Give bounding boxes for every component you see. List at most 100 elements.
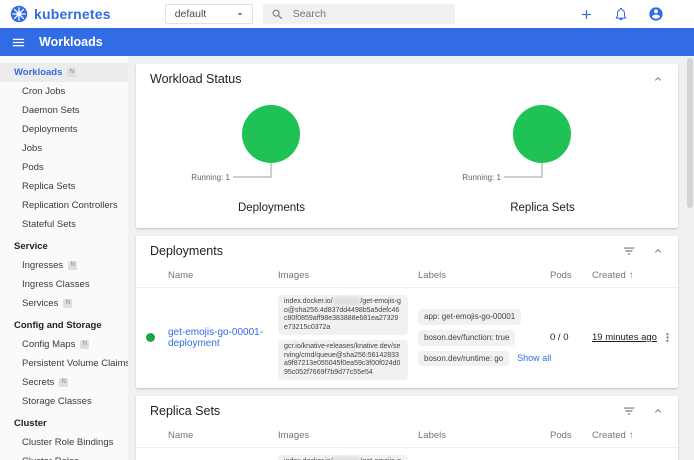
vertical-scrollbar[interactable]: [686, 56, 694, 460]
column-header-created[interactable]: Created ↑: [592, 424, 658, 447]
show-all-link[interactable]: Show all: [517, 353, 551, 363]
sidebar-item-label: Secrets: [22, 377, 54, 388]
status-running-icon: [146, 333, 155, 342]
sidebar-item-pods[interactable]: Pods: [0, 158, 128, 177]
filter-icon[interactable]: [622, 244, 636, 258]
app-bar: Workloads: [0, 28, 694, 56]
image-chip: index.docker.io/▒▒▒▒▒▒▒/get-emojis-go@sh…: [278, 455, 408, 460]
deployments-header: Deployments: [136, 236, 678, 264]
images-cell: index.docker.io/▒▒▒▒▒▒▒/get-emojis-go@sh…: [278, 295, 418, 380]
kubernetes-logo[interactable]: kubernetes: [10, 5, 111, 23]
workload-status-card: Workload Status Running: 1 Deployments: [136, 64, 678, 228]
sidebar-section-label: Config and Storage: [14, 320, 102, 331]
created-timestamp: 19 minutes ago: [592, 332, 658, 343]
create-resource-plus-icon[interactable]: [579, 7, 594, 22]
namespaced-badge: N: [67, 68, 76, 77]
callout-line: [504, 163, 542, 177]
workload-status-charts: Running: 1 Deployments Running: 1 Replic…: [136, 92, 678, 228]
collapse-chevron-up-icon[interactable]: [652, 245, 664, 257]
column-header-name[interactable]: Name: [168, 424, 278, 447]
sidebar-item-label: Daemon Sets: [22, 105, 80, 116]
row-kebab-menu-icon[interactable]: [661, 331, 674, 344]
sidebar-item-ingress-classes[interactable]: Ingress Classes: [0, 275, 128, 294]
sidebar-item-config-maps[interactable]: Config Maps N: [0, 335, 128, 354]
search-input[interactable]: [293, 8, 433, 20]
sort-ascending-icon[interactable]: ↑: [629, 430, 634, 441]
sidebar-item-deployments[interactable]: Deployments: [0, 120, 128, 139]
deployments-card: Deployments Name Images Labels Pods Cr: [136, 236, 678, 388]
namespace-selector[interactable]: default: [165, 4, 253, 24]
sidebar-item-label: Deployments: [22, 124, 77, 135]
labels-cell: app: get-emojis-go-00001 boson.dev/funct…: [418, 455, 550, 460]
brand-text: kubernetes: [34, 6, 111, 22]
sidebar-item-stateful-sets[interactable]: Stateful Sets: [0, 215, 128, 234]
column-header-images[interactable]: Images: [278, 424, 418, 447]
workload-status-header: Workload Status: [136, 64, 678, 92]
sidebar-item-secrets[interactable]: Secrets N: [0, 373, 128, 392]
namespaced-badge: N: [68, 261, 77, 270]
sidebar-item-storage-classes[interactable]: Storage Classes: [0, 392, 128, 411]
deployment-name-link[interactable]: get-emojis-go-00001-deployment: [168, 327, 278, 349]
user-account-icon[interactable]: [648, 6, 664, 22]
column-header-created[interactable]: Created ↑: [592, 264, 658, 287]
sidebar-section-label: Cluster: [14, 418, 47, 429]
sidebar-item-cluster-role-bindings[interactable]: Cluster Role Bindings: [0, 433, 128, 452]
pods-count: 0 / 0: [550, 332, 592, 343]
pie-segment-running: [242, 105, 300, 163]
sidebar-item-label: Persistent Volume Claims: [22, 358, 128, 369]
main-layout: Workloads N Cron Jobs Daemon Sets Deploy…: [0, 56, 694, 460]
sidebar-item-persistent-volume-claims[interactable]: Persistent Volume Claims N: [0, 354, 128, 373]
replica-sets-pie-chart: Running: 1 Replica Sets: [407, 100, 678, 214]
sidebar-item-daemon-sets[interactable]: Daemon Sets: [0, 101, 128, 120]
scrollbar-thumb[interactable]: [687, 58, 693, 208]
column-header-pods[interactable]: Pods: [550, 264, 592, 287]
label-chip: boson.dev/runtime: go: [418, 351, 509, 367]
sidebar-item-services[interactable]: Services N: [0, 294, 128, 313]
sidebar-item-cron-jobs[interactable]: Cron Jobs: [0, 82, 128, 101]
chevron-down-icon: [234, 8, 246, 20]
sidebar-item-label: Stateful Sets: [22, 219, 76, 230]
sidebar-item-replica-sets[interactable]: Replica Sets: [0, 177, 128, 196]
sidebar-item-label: Storage Classes: [22, 396, 92, 407]
collapse-chevron-up-icon[interactable]: [652, 73, 664, 85]
callout-label: Running: 1: [191, 173, 230, 182]
sidebar-item-label: Ingress Classes: [22, 279, 90, 290]
deployment-table-row: get-emojis-go-00001-deployment index.doc…: [136, 288, 678, 388]
labels-cell: app: get-emojis-go-00001 boson.dev/funct…: [418, 309, 550, 366]
redacted-registry-user: ▒▒▒▒▒▒▒: [333, 298, 361, 305]
column-header-labels[interactable]: Labels: [418, 424, 550, 447]
page-title: Workloads: [39, 35, 103, 49]
pie-chart-svg: Running: 1: [136, 100, 407, 196]
sidebar-item-cluster-roles[interactable]: Cluster Roles: [0, 452, 128, 460]
sidebar-item-ingresses[interactable]: Ingresses N: [0, 256, 128, 275]
deployments-table-header: Name Images Labels Pods Created ↑: [136, 264, 678, 288]
sidebar-section-cluster: Cluster: [0, 414, 128, 433]
card-title: Workload Status: [150, 72, 652, 86]
sidebar-item-label: Ingresses: [22, 260, 63, 271]
images-cell: index.docker.io/▒▒▒▒▒▒▒/get-emojis-go@sh…: [278, 455, 418, 460]
menu-column-spacer: [658, 424, 674, 447]
status-column-spacer: [144, 264, 168, 287]
search-box[interactable]: [263, 4, 455, 24]
notifications-bell-icon[interactable]: [614, 7, 628, 21]
kubernetes-helm-icon: [10, 5, 28, 23]
replica-set-table-row: get-emojis-go-00001-deployment- index.do…: [136, 448, 678, 460]
sidebar-section-config-storage: Config and Storage: [0, 316, 128, 335]
collapse-chevron-up-icon[interactable]: [652, 405, 664, 417]
hamburger-menu-icon[interactable]: [11, 35, 26, 50]
column-header-pods[interactable]: Pods: [550, 424, 592, 447]
sidebar-item-label: Replication Controllers: [22, 200, 118, 211]
sidebar-item-label: Services: [22, 298, 58, 309]
image-chip: gcr.io/knative-releases/knative.dev/serv…: [278, 340, 408, 380]
column-header-name[interactable]: Name: [168, 264, 278, 287]
sidebar-item-replication-controllers[interactable]: Replication Controllers: [0, 196, 128, 215]
image-chip: index.docker.io/▒▒▒▒▒▒▒/get-emojis-go@sh…: [278, 295, 408, 335]
sort-ascending-icon[interactable]: ↑: [629, 270, 634, 281]
sidebar-item-label: Config Maps: [22, 339, 75, 350]
sidebar-section-label: Service: [14, 241, 48, 252]
sidebar-item-workloads[interactable]: Workloads N: [0, 63, 128, 82]
sidebar-item-jobs[interactable]: Jobs: [0, 139, 128, 158]
filter-icon[interactable]: [622, 404, 636, 418]
column-header-images[interactable]: Images: [278, 264, 418, 287]
column-header-labels[interactable]: Labels: [418, 264, 550, 287]
